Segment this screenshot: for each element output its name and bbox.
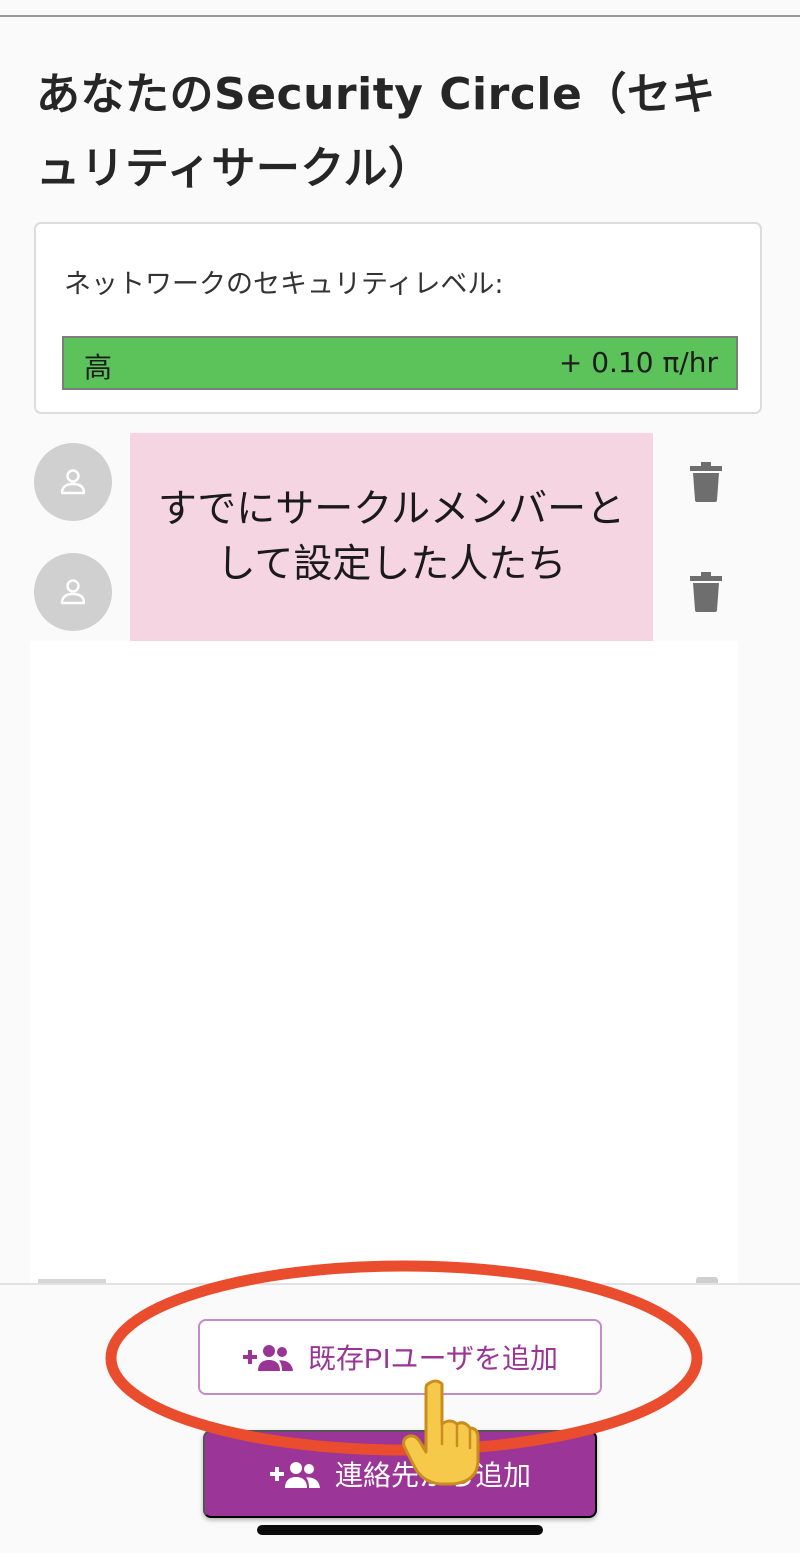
- annotation-text: すでにサークルメンバーとして設定した人たち: [157, 487, 626, 587]
- mining-rate: + 0.10 π/hr: [558, 346, 718, 379]
- trash-icon: [690, 572, 722, 612]
- app-screen: あなたのSecurity Circle（セキュリティサークル） ネットワークのセ…: [0, 0, 800, 1553]
- person-icon: [34, 553, 112, 631]
- add-group-icon: [243, 1345, 294, 1371]
- top-divider: [0, 15, 800, 17]
- add-group-icon: [269, 1462, 320, 1488]
- security-level-label: ネットワークのセキュリティレベル:: [64, 269, 504, 300]
- person-icon: [34, 443, 112, 521]
- security-level-card: ネットワークのセキュリティレベル: 高 + 0.10 π/hr: [34, 222, 762, 414]
- security-level-name: 高: [84, 351, 113, 384]
- add-from-contacts-label: 連絡先から追加: [334, 1460, 531, 1491]
- trash-icon: [690, 462, 722, 502]
- redacted-member-list: [30, 641, 738, 1286]
- annotation-note: すでにサークルメンバーとして設定した人たち: [130, 433, 653, 641]
- home-indicator: [257, 1525, 543, 1535]
- add-existing-pi-user-button[interactable]: 既存PIユーザを追加: [198, 1319, 602, 1395]
- page-title: あなたのSecurity Circle（セキュリティサークル）: [36, 69, 716, 194]
- delete-member-button[interactable]: [686, 459, 726, 505]
- security-level-bar: 高 + 0.10 π/hr: [62, 336, 738, 390]
- add-existing-pi-user-label: 既存PIユーザを追加: [308, 1343, 558, 1374]
- delete-member-button[interactable]: [686, 569, 726, 615]
- add-from-contacts-button[interactable]: 連絡先から追加: [203, 1430, 597, 1518]
